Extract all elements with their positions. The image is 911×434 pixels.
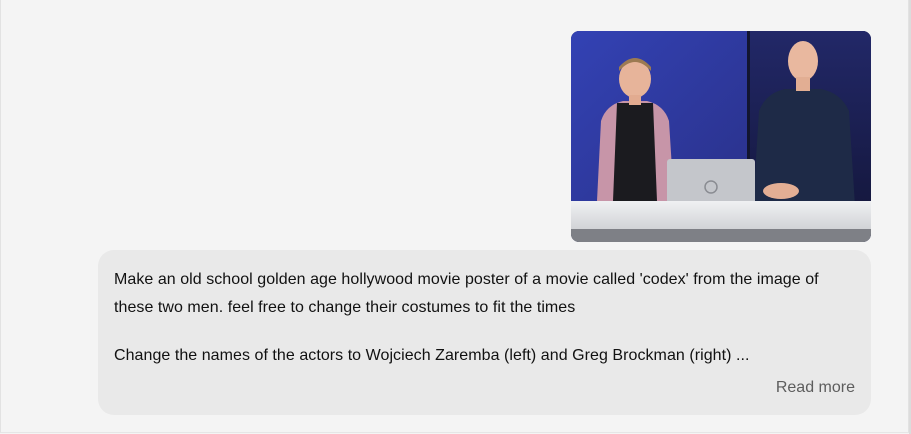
message-paragraph-2: Change the names of the actors to Wojcie…	[114, 347, 750, 364]
photo-of-two-men	[571, 31, 871, 242]
attached-image[interactable]	[571, 31, 871, 242]
read-more-link[interactable]: Read more	[776, 379, 855, 397]
user-message-bubble: Make an old school golden age hollywood …	[98, 250, 871, 415]
message-paragraph-1: Make an old school golden age hollywood …	[114, 271, 819, 316]
